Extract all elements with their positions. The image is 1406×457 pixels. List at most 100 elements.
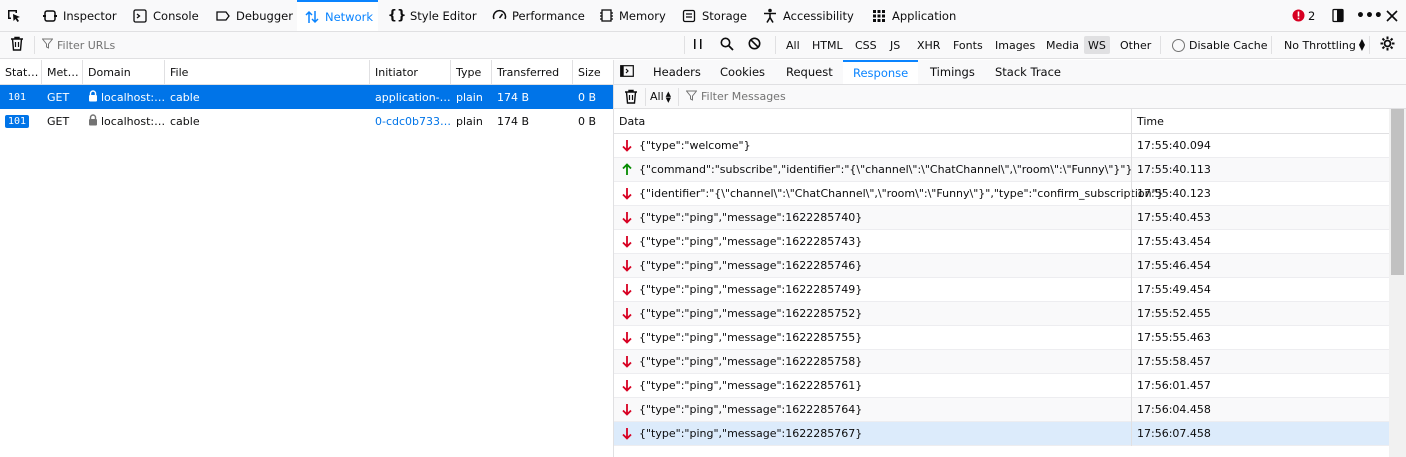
message-row[interactable]: {"type":"ping","message":1622285767} 17:5…: [614, 422, 1389, 446]
tab-accessibility[interactable]: Accessibility: [762, 0, 854, 31]
message-data: {"type":"ping","message":1622285740}: [639, 211, 863, 224]
request-row[interactable]: 101 GET localhost:… cable application-… …: [0, 85, 613, 109]
type-filter-ws[interactable]: WS: [1084, 36, 1110, 54]
request-domain: localhost:…: [101, 90, 165, 104]
column-file[interactable]: File: [165, 60, 370, 84]
dock-mode-button[interactable]: [1330, 0, 1351, 31]
message-type-select[interactable]: All ▲ ▼: [650, 85, 671, 108]
message-row[interactable]: {"type":"ping","message":1622285761} 17:5…: [614, 374, 1389, 398]
message-row[interactable]: {"type":"ping","message":1622285749} 17:5…: [614, 278, 1389, 302]
tab-debugger[interactable]: Debugger: [215, 0, 293, 31]
column-initiator[interactable]: Initiator: [370, 60, 451, 84]
disable-cache-checkbox[interactable]: Disable Cache: [1172, 32, 1268, 58]
message-time: 17:55:40.123: [1137, 187, 1211, 200]
type-filter-all[interactable]: All: [782, 36, 804, 54]
message-time: 17:55:40.094: [1137, 139, 1211, 152]
tab-timings[interactable]: Timings: [920, 60, 985, 84]
message-data: {"type":"ping","message":1622285752}: [639, 307, 863, 320]
message-row[interactable]: {"type":"ping","message":1622285740} 17:5…: [614, 206, 1389, 230]
type-filter-fonts[interactable]: Fonts: [949, 36, 987, 54]
throttling-select[interactable]: No Throttling ▲ ▼: [1284, 32, 1365, 58]
request-row[interactable]: 101 GET localhost:… cable 0-cdc0b733… pl…: [0, 109, 613, 133]
column-status[interactable]: Stat…: [0, 60, 42, 84]
column-data[interactable]: Data: [614, 109, 1132, 133]
arrow-down-icon: [622, 187, 634, 201]
column-method[interactable]: Met…: [42, 60, 83, 84]
message-time: 17:55:58.457: [1137, 355, 1211, 368]
message-row[interactable]: {"type":"ping","message":1622285758} 17:5…: [614, 350, 1389, 374]
column-size[interactable]: Size: [573, 60, 613, 84]
details-tab-bar: Headers Cookies Request Response Timings…: [614, 60, 1406, 85]
dropdown-arrows-icon: ▲ ▼: [1358, 37, 1366, 52]
error-count-button[interactable]: 2: [1290, 0, 1315, 31]
filter-urls-input[interactable]: Filter URLs: [41, 32, 115, 58]
column-type[interactable]: Type: [451, 60, 492, 84]
message-row[interactable]: {"type":"ping","message":1622285746} 17:5…: [614, 254, 1389, 278]
column-domain[interactable]: Domain: [83, 60, 165, 84]
message-data: {"type":"welcome"}: [639, 139, 751, 152]
column-separator: [1131, 206, 1132, 230]
message-data: {"type":"ping","message":1622285743}: [639, 235, 863, 248]
type-filter-css[interactable]: CSS: [851, 36, 881, 54]
tab-stack-trace[interactable]: Stack Trace: [985, 60, 1071, 84]
tab-application[interactable]: Application: [871, 0, 956, 31]
tab-response[interactable]: Response: [843, 60, 919, 84]
message-row[interactable]: {"identifier":"{\"channel\":\"ChatChanne…: [614, 182, 1389, 206]
request-type: plain: [456, 90, 483, 104]
application-icon: [871, 8, 887, 24]
tab-performance[interactable]: Performance: [491, 0, 585, 31]
type-filter-images[interactable]: Images: [991, 36, 1039, 54]
divider: [34, 36, 35, 54]
tab-memory[interactable]: Memory: [598, 0, 666, 31]
tab-network[interactable]: Network: [297, 0, 378, 31]
pick-element-icon: [6, 8, 22, 24]
request-initiator[interactable]: 0-cdc0b733…: [370, 109, 451, 133]
more-options-button[interactable]: •••: [1356, 0, 1383, 31]
message-row[interactable]: {"type":"welcome"} 17:55:40.094: [614, 134, 1389, 158]
filter-messages-input[interactable]: Filter Messages: [685, 85, 786, 108]
message-data: {"type":"ping","message":1622285767}: [639, 427, 863, 440]
close-button[interactable]: [1384, 0, 1405, 31]
checkbox-icon: [1172, 38, 1185, 52]
message-row[interactable]: {"type":"ping","message":1622285743} 17:5…: [614, 230, 1389, 254]
message-row[interactable]: {"command":"subscribe","identifier":"{\"…: [614, 158, 1389, 182]
network-settings-button[interactable]: [1380, 32, 1395, 58]
clear-requests-button[interactable]: [10, 32, 24, 58]
type-filter-xhr[interactable]: XHR: [913, 36, 944, 54]
tab-inspector-label: Inspector: [63, 8, 117, 23]
clear-messages-button[interactable]: [624, 89, 638, 107]
request-blocking-button[interactable]: [748, 32, 761, 58]
message-row[interactable]: {"type":"ping","message":1622285752} 17:5…: [614, 302, 1389, 326]
toggle-sidebar-button[interactable]: [614, 60, 640, 84]
scrollbar-thumb[interactable]: [1391, 109, 1404, 275]
column-time[interactable]: Time: [1132, 109, 1389, 133]
request-file: cable: [170, 90, 200, 104]
tab-inspector[interactable]: Inspector: [42, 0, 117, 31]
divider: [775, 36, 776, 54]
pause-button[interactable]: [693, 32, 703, 58]
arrow-down-icon: [622, 283, 634, 297]
tab-storage[interactable]: Storage: [681, 0, 747, 31]
search-icon: [720, 37, 734, 54]
pick-element-button[interactable]: [6, 0, 27, 31]
column-separator: [1131, 374, 1132, 398]
tab-request[interactable]: Request: [776, 60, 843, 84]
column-transferred[interactable]: Transferred: [492, 60, 573, 84]
tab-performance-label: Performance: [512, 8, 585, 23]
message-row[interactable]: {"type":"ping","message":1622285764} 17:5…: [614, 398, 1389, 422]
tab-style-editor[interactable]: {} Style Editor: [388, 0, 477, 31]
request-initiator[interactable]: application-…: [370, 85, 451, 109]
type-filter-html[interactable]: HTML: [808, 36, 847, 54]
lock-icon: [88, 113, 98, 129]
type-filter-other[interactable]: Other: [1116, 36, 1155, 54]
type-filter-js[interactable]: JS: [886, 36, 904, 54]
tab-console[interactable]: Console: [132, 0, 199, 31]
gear-icon: [1380, 36, 1395, 54]
tab-headers[interactable]: Headers: [643, 60, 711, 84]
message-time: 17:55:43.454: [1137, 235, 1211, 248]
arrow-down-icon: [622, 211, 634, 225]
message-row[interactable]: {"type":"ping","message":1622285755} 17:5…: [614, 326, 1389, 350]
tab-cookies[interactable]: Cookies: [710, 60, 775, 84]
type-filter-media[interactable]: Media: [1042, 36, 1083, 54]
search-button[interactable]: [720, 32, 734, 58]
